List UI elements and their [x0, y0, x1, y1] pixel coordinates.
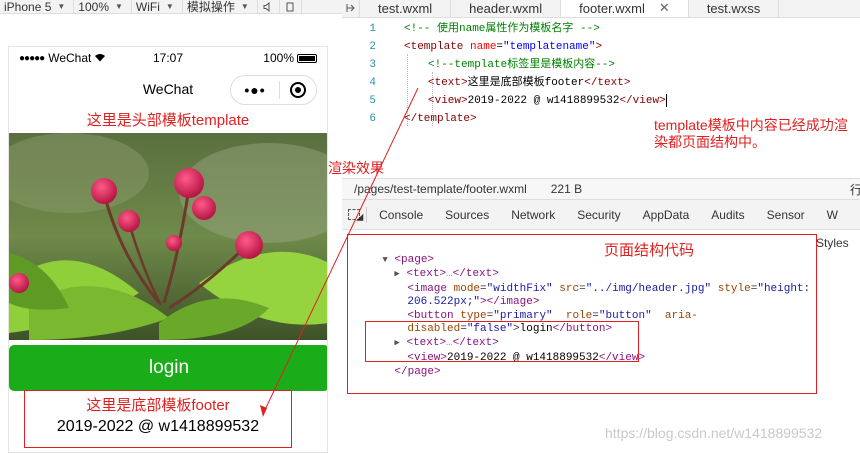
code-tag: <text>	[428, 77, 468, 89]
rotate-icon[interactable]	[280, 0, 302, 14]
operations-select-value: 模拟操作	[186, 0, 235, 14]
watermark: https://blog.csdn.net/w1418899532	[605, 425, 823, 441]
network-select[interactable]: WiFi ▼	[132, 0, 183, 14]
dom-tag: </page>	[394, 366, 441, 378]
operations-select[interactable]: 模拟操作 ▼	[183, 0, 258, 14]
dom-value: "height:	[757, 283, 811, 295]
line-number: 3	[369, 59, 376, 71]
code-value: "templatename"	[503, 41, 596, 53]
tab-network[interactable]: Network	[511, 208, 555, 222]
file-info-bar: /pages/test-template/footer.wxml 221 B 行	[342, 178, 860, 200]
tab-label: footer.wxml	[579, 0, 645, 16]
code-tag: </template>	[404, 113, 477, 125]
close-icon[interactable]: ✕	[659, 0, 670, 16]
status-bar: ●●●●● WeChat 17:07 100%	[9, 47, 327, 69]
code-comment: <!--template标签里是模板内容-->	[428, 59, 616, 71]
more-icon[interactable]: •●•	[231, 82, 279, 98]
code-line: 2 <template name="templatename">	[342, 38, 602, 56]
line-number: 5	[369, 95, 376, 107]
tab-test-wxss[interactable]: test.wxss	[689, 0, 780, 17]
line-number: 2	[369, 41, 376, 53]
code-editor[interactable]: 1 <!-- 使用name属性作为模板名字 --> 2 <template na…	[342, 18, 860, 178]
code-comment: <!-- 使用name属性作为模板名字 -->	[404, 23, 600, 35]
footer-template-label: 这里是底部模板footer	[86, 397, 230, 414]
file-line-info: 行	[850, 182, 860, 197]
device-select[interactable]: iPhone 5 ▼	[0, 0, 75, 14]
dom-tree-panel: ▼ <page> ▶ <text>…</text> <image mode="w…	[347, 234, 817, 394]
nav-title: WeChat	[142, 81, 194, 97]
status-time: 17:07	[152, 51, 184, 65]
zoom-select-value: 100%	[78, 0, 109, 14]
line-number: 1	[369, 23, 376, 35]
toggle-panel-icon[interactable]	[342, 0, 360, 17]
code-text: 2019-2022 @ w1418899532	[467, 95, 620, 107]
tab-wxml[interactable]: W	[827, 208, 838, 222]
tab-label: test.wxml	[378, 0, 433, 16]
tab-test-wxml[interactable]: test.wxml	[360, 0, 452, 17]
code-line: 6 </template>	[342, 110, 477, 128]
footer-template-box: 这里是底部模板footer 2019-2022 @ w1418899532	[24, 390, 292, 448]
code-attr: name	[470, 41, 497, 53]
tab-label: header.wxml	[469, 0, 543, 16]
text-cursor	[665, 93, 667, 107]
tab-label: test.wxss	[706, 0, 761, 16]
code-line: 5 <view>2019-2022 @ w1418899532</view>	[342, 92, 667, 110]
code-tag: </view>	[619, 95, 666, 107]
page-structure-label: 页面结构代码	[604, 242, 695, 259]
code-tag: >	[595, 41, 603, 53]
sound-icon[interactable]	[258, 0, 280, 14]
code-tag: </text>	[584, 77, 631, 89]
header-template-label: 这里是头部模板template	[86, 112, 250, 129]
editor-tab-bar: test.wxml header.wxml footer.wxml ✕ test…	[342, 0, 860, 18]
dom-attr: src	[559, 283, 580, 295]
zoom-select[interactable]: 100% ▼	[74, 0, 132, 14]
code-tag: <template	[404, 41, 471, 53]
capsule-menu: •●•	[230, 75, 317, 105]
inspect-element-icon[interactable]	[342, 200, 366, 230]
devtools-tab-bar: Console Sources Network Security AppData…	[342, 200, 860, 230]
chevron-down-icon: ▼	[240, 2, 249, 11]
line-number: 4	[369, 77, 376, 89]
tab-styles[interactable]: Styles	[812, 232, 860, 254]
tab-sources[interactable]: Sources	[445, 208, 489, 222]
file-path: /pages/test-template/footer.wxml	[354, 182, 527, 196]
tab-header-wxml[interactable]: header.wxml	[451, 0, 562, 17]
render-effect-label: 渲染效果	[328, 160, 384, 176]
code-line: 4 <text>这里是底部模板footer</text>	[342, 74, 630, 92]
footer-dom-highlight	[365, 321, 639, 362]
tab-console[interactable]: Console	[379, 208, 423, 222]
device-select-value: iPhone 5	[4, 0, 52, 14]
tab-security[interactable]: Security	[577, 208, 620, 222]
tab-footer-wxml[interactable]: footer.wxml ✕	[561, 0, 689, 17]
header-image	[9, 133, 327, 340]
close-miniprogram-icon[interactable]	[280, 82, 316, 98]
code-line: 1 <!-- 使用name属性作为模板名字 -->	[342, 20, 600, 38]
chevron-down-icon: ▼	[115, 2, 123, 11]
login-button[interactable]: login	[9, 345, 327, 391]
dom-value: "../img/header.jpg"	[585, 283, 712, 295]
tab-audits[interactable]: Audits	[711, 208, 744, 222]
simulator-toolbar: iPhone 5 ▼ 100% ▼ WiFi ▼ 模拟操作 ▼	[0, 0, 342, 14]
code-text: 这里是底部模板footer	[467, 77, 585, 89]
divider	[366, 206, 368, 223]
navigation-bar: WeChat •●•	[9, 69, 327, 109]
network-select-value: WiFi	[135, 0, 160, 14]
tab-sensor[interactable]: Sensor	[767, 208, 805, 222]
dom-attr: aria-	[664, 310, 698, 322]
file-size: 221 B	[550, 182, 583, 196]
dom-attr: style	[717, 283, 751, 295]
chevron-down-icon: ▼	[165, 2, 174, 11]
render-success-note: template模板中内容已经成功渲染都页面结构中。	[654, 117, 848, 150]
code-line: 3 <!--template标签里是模板内容-->	[342, 56, 615, 74]
code-tag: <view>	[428, 95, 468, 107]
line-number: 6	[369, 113, 376, 125]
tab-appdata[interactable]: AppData	[643, 208, 690, 222]
chevron-down-icon: ▼	[57, 2, 66, 11]
footer-copyright: 2019-2022 @ w1418899532	[56, 418, 260, 435]
